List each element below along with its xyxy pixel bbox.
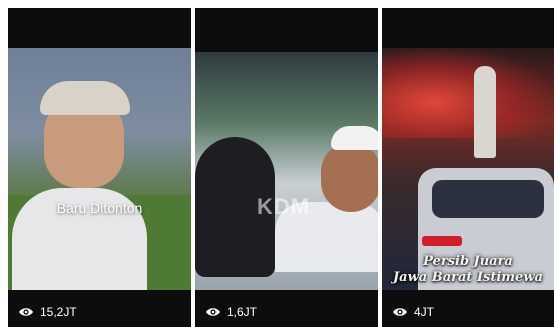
video-card-2[interactable]: KDM 1,6JT (195, 8, 378, 327)
watermark-logo: KDM (257, 194, 311, 219)
video-thumbnail: KDM (195, 52, 378, 290)
eye-icon (19, 308, 33, 316)
eye-icon (206, 308, 220, 316)
recently-watched-label: Baru Ditonton (56, 200, 143, 216)
video-thumbnail: Baru Ditonton (8, 48, 191, 290)
video-card-1[interactable]: Baru Ditonton 15,2JT (8, 8, 191, 327)
person-cap (331, 126, 378, 150)
view-count: 1,6JT (205, 305, 257, 319)
eye-icon (393, 308, 407, 316)
caption-line-1: Persib Juara (423, 254, 513, 269)
video-card-3[interactable]: Persib Juara Jawa Barat Istimewa 4JT (382, 8, 554, 327)
person-face (321, 142, 378, 212)
person-standing (474, 66, 496, 158)
view-count: 15,2JT (18, 305, 77, 319)
view-count-text: 15,2JT (40, 305, 77, 319)
view-count-text: 4JT (414, 305, 435, 319)
car-taillight (422, 236, 462, 246)
view-count-text: 1,6JT (227, 305, 258, 319)
flare-smoke (382, 48, 554, 138)
view-count: 4JT (392, 305, 434, 319)
caption-line-2: Jawa Barat Istimewa (393, 270, 543, 285)
person-cap (40, 81, 130, 115)
car-window (432, 180, 544, 218)
